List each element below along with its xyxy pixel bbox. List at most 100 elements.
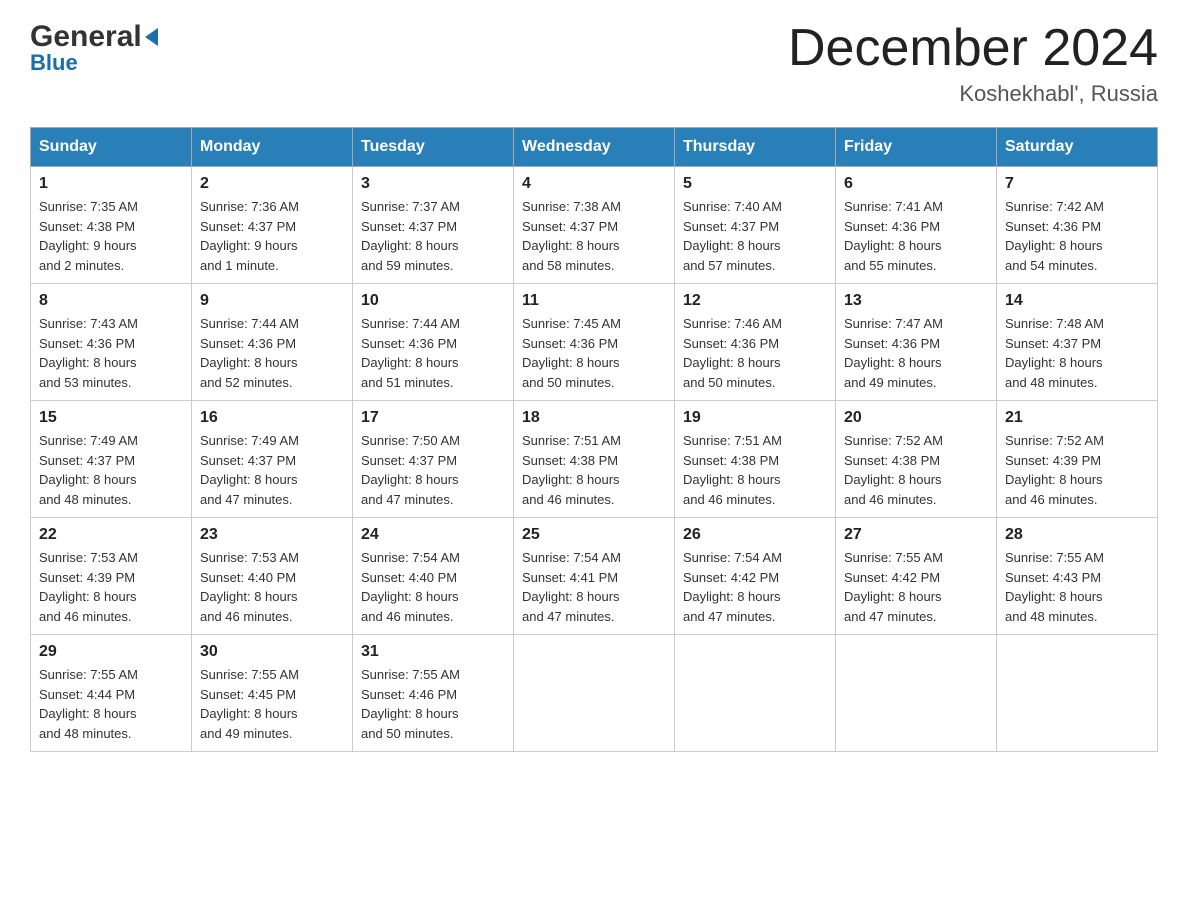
day-number: 20 (844, 409, 988, 427)
calendar-cell-week4-day6: 27 Sunrise: 7:55 AMSunset: 4:42 PMDayligh… (836, 518, 997, 635)
calendar-table: SundayMondayTuesdayWednesdayThursdayFrid… (30, 127, 1158, 752)
weekday-header-friday: Friday (836, 128, 997, 167)
calendar-week-1: 1Sunrise: 7:35 AMSunset: 4:38 PMDaylight… (31, 167, 1158, 284)
logo-arrow-icon (145, 28, 158, 46)
day-number: 23 (200, 526, 344, 544)
weekday-header-tuesday: Tuesday (353, 128, 514, 167)
day-info: Sunrise: 7:51 AMSunset: 4:38 PMDaylight:… (683, 431, 827, 509)
location-subtitle: Koshekhabl', Russia (788, 81, 1158, 107)
calendar-cell-week1-day7: 7 Sunrise: 7:42 AMSunset: 4:36 PMDaylight… (997, 167, 1158, 284)
calendar-cell-week3-day6: 20 Sunrise: 7:52 AMSunset: 4:38 PMDayligh… (836, 401, 997, 518)
calendar-cell-week4-day2: 23 Sunrise: 7:53 AMSunset: 4:40 PMDayligh… (192, 518, 353, 635)
calendar-cell-week1-day6: 6Sunrise: 7:41 AMSunset: 4:36 PMDaylight… (836, 167, 997, 284)
day-number: 24 (361, 526, 505, 544)
day-number: 7 (1005, 175, 1149, 193)
day-number: 3 (361, 175, 505, 193)
calendar-cell-week1-day4: 4 Sunrise: 7:38 AMSunset: 4:37 PMDaylight… (514, 167, 675, 284)
day-info: Sunrise: 7:49 AMSunset: 4:37 PMDaylight:… (39, 431, 183, 509)
calendar-cell-week2-day2: 9 Sunrise: 7:44 AMSunset: 4:36 PMDaylight… (192, 284, 353, 401)
calendar-cell-week2-day6: 13Sunrise: 7:47 AMSunset: 4:36 PMDayligh… (836, 284, 997, 401)
day-number: 12 (683, 292, 827, 310)
day-info: Sunrise: 7:55 AMSunset: 4:46 PMDaylight:… (361, 665, 505, 743)
day-info: Sunrise: 7:41 AMSunset: 4:36 PMDaylight:… (844, 197, 988, 275)
day-number: 2 (200, 175, 344, 193)
day-info: Sunrise: 7:45 AMSunset: 4:36 PMDaylight:… (522, 314, 666, 392)
day-info: Sunrise: 7:55 AMSunset: 4:45 PMDaylight:… (200, 665, 344, 743)
day-info: Sunrise: 7:44 AMSunset: 4:36 PMDaylight:… (200, 314, 344, 392)
calendar-cell-week3-day4: 18 Sunrise: 7:51 AMSunset: 4:38 PMDayligh… (514, 401, 675, 518)
page-header: General Blue December 2024 Koshekhabl', … (30, 20, 1158, 107)
calendar-week-5: 29 Sunrise: 7:55 AMSunset: 4:44 PMDayligh… (31, 635, 1158, 752)
weekday-header-saturday: Saturday (997, 128, 1158, 167)
day-number: 27 (844, 526, 988, 544)
title-area: December 2024 Koshekhabl', Russia (788, 20, 1158, 107)
logo-general-text: General (30, 20, 142, 54)
calendar-cell-week5-day7 (997, 635, 1158, 752)
day-info: Sunrise: 7:48 AMSunset: 4:37 PMDaylight:… (1005, 314, 1149, 392)
day-info: Sunrise: 7:46 AMSunset: 4:36 PMDaylight:… (683, 314, 827, 392)
calendar-cell-week2-day4: 11 Sunrise: 7:45 AMSunset: 4:36 PMDayligh… (514, 284, 675, 401)
calendar-week-4: 22Sunrise: 7:53 AMSunset: 4:39 PMDayligh… (31, 518, 1158, 635)
day-info: Sunrise: 7:37 AMSunset: 4:37 PMDaylight:… (361, 197, 505, 275)
day-info: Sunrise: 7:50 AMSunset: 4:37 PMDaylight:… (361, 431, 505, 509)
day-number: 4 (522, 175, 666, 193)
day-info: Sunrise: 7:55 AMSunset: 4:44 PMDaylight:… (39, 665, 183, 743)
calendar-week-3: 15 Sunrise: 7:49 AMSunset: 4:37 PMDayligh… (31, 401, 1158, 518)
logo: General Blue (30, 20, 158, 76)
calendar-cell-week4-day5: 26Sunrise: 7:54 AMSunset: 4:42 PMDayligh… (675, 518, 836, 635)
day-info: Sunrise: 7:42 AMSunset: 4:36 PMDaylight:… (1005, 197, 1149, 275)
calendar-cell-week5-day2: 30Sunrise: 7:55 AMSunset: 4:45 PMDayligh… (192, 635, 353, 752)
calendar-cell-week1-day1: 1Sunrise: 7:35 AMSunset: 4:38 PMDaylight… (31, 167, 192, 284)
day-number: 10 (361, 292, 505, 310)
day-info: Sunrise: 7:54 AMSunset: 4:41 PMDaylight:… (522, 548, 666, 626)
calendar-cell-week4-day4: 25Sunrise: 7:54 AMSunset: 4:41 PMDayligh… (514, 518, 675, 635)
calendar-cell-week5-day6 (836, 635, 997, 752)
day-number: 16 (200, 409, 344, 427)
calendar-cell-week4-day7: 28Sunrise: 7:55 AMSunset: 4:43 PMDayligh… (997, 518, 1158, 635)
weekday-header-thursday: Thursday (675, 128, 836, 167)
day-number: 17 (361, 409, 505, 427)
day-number: 9 (200, 292, 344, 310)
day-info: Sunrise: 7:43 AMSunset: 4:36 PMDaylight:… (39, 314, 183, 392)
weekday-header-wednesday: Wednesday (514, 128, 675, 167)
weekday-header-monday: Monday (192, 128, 353, 167)
calendar-cell-week3-day1: 15 Sunrise: 7:49 AMSunset: 4:37 PMDayligh… (31, 401, 192, 518)
day-number: 14 (1005, 292, 1149, 310)
calendar-cell-week1-day2: 2 Sunrise: 7:36 AMSunset: 4:37 PMDaylight… (192, 167, 353, 284)
calendar-cell-week2-day3: 10Sunrise: 7:44 AMSunset: 4:36 PMDayligh… (353, 284, 514, 401)
day-number: 11 (522, 292, 666, 310)
day-info: Sunrise: 7:52 AMSunset: 4:39 PMDaylight:… (1005, 431, 1149, 509)
day-info: Sunrise: 7:55 AMSunset: 4:42 PMDaylight:… (844, 548, 988, 626)
weekday-header-sunday: Sunday (31, 128, 192, 167)
day-number: 29 (39, 643, 183, 661)
calendar-cell-week2-day1: 8Sunrise: 7:43 AMSunset: 4:36 PMDaylight… (31, 284, 192, 401)
day-info: Sunrise: 7:52 AMSunset: 4:38 PMDaylight:… (844, 431, 988, 509)
calendar-cell-week3-day7: 21 Sunrise: 7:52 AMSunset: 4:39 PMDayligh… (997, 401, 1158, 518)
day-number: 15 (39, 409, 183, 427)
day-info: Sunrise: 7:55 AMSunset: 4:43 PMDaylight:… (1005, 548, 1149, 626)
day-number: 13 (844, 292, 988, 310)
calendar-cell-week3-day2: 16 Sunrise: 7:49 AMSunset: 4:37 PMDayligh… (192, 401, 353, 518)
calendar-cell-week2-day5: 12 Sunrise: 7:46 AMSunset: 4:36 PMDayligh… (675, 284, 836, 401)
day-info: Sunrise: 7:40 AMSunset: 4:37 PMDaylight:… (683, 197, 827, 275)
day-info: Sunrise: 7:53 AMSunset: 4:40 PMDaylight:… (200, 548, 344, 626)
day-info: Sunrise: 7:51 AMSunset: 4:38 PMDaylight:… (522, 431, 666, 509)
day-info: Sunrise: 7:38 AMSunset: 4:37 PMDaylight:… (522, 197, 666, 275)
day-info: Sunrise: 7:36 AMSunset: 4:37 PMDaylight:… (200, 197, 344, 275)
day-info: Sunrise: 7:53 AMSunset: 4:39 PMDaylight:… (39, 548, 183, 626)
day-number: 18 (522, 409, 666, 427)
day-number: 1 (39, 175, 183, 193)
day-info: Sunrise: 7:49 AMSunset: 4:37 PMDaylight:… (200, 431, 344, 509)
logo-blue-text: Blue (30, 50, 78, 76)
calendar-cell-week3-day5: 19 Sunrise: 7:51 AMSunset: 4:38 PMDayligh… (675, 401, 836, 518)
day-number: 19 (683, 409, 827, 427)
day-number: 21 (1005, 409, 1149, 427)
calendar-cell-week2-day7: 14 Sunrise: 7:48 AMSunset: 4:37 PMDayligh… (997, 284, 1158, 401)
calendar-cell-week4-day3: 24 Sunrise: 7:54 AMSunset: 4:40 PMDayligh… (353, 518, 514, 635)
day-number: 5 (683, 175, 827, 193)
calendar-cell-week5-day3: 31 Sunrise: 7:55 AMSunset: 4:46 PMDayligh… (353, 635, 514, 752)
day-number: 26 (683, 526, 827, 544)
day-number: 31 (361, 643, 505, 661)
day-info: Sunrise: 7:54 AMSunset: 4:40 PMDaylight:… (361, 548, 505, 626)
month-title: December 2024 (788, 20, 1158, 77)
